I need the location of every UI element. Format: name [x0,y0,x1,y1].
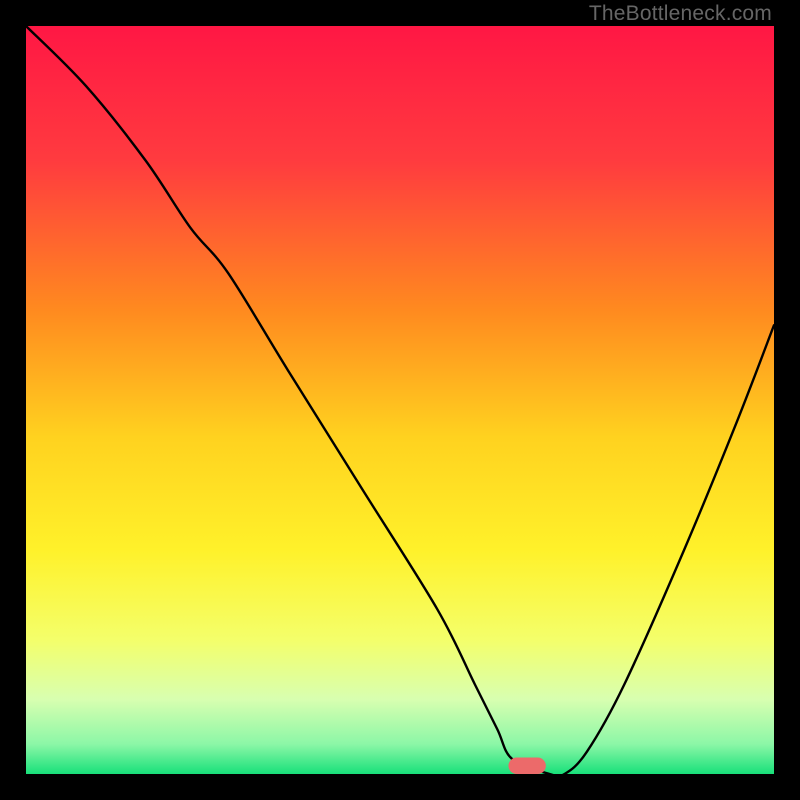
watermark-text: TheBottleneck.com [589,2,772,26]
chart-background [26,26,774,774]
optimal-marker [508,758,545,774]
chart-svg [26,26,774,774]
chart-frame [26,26,774,774]
